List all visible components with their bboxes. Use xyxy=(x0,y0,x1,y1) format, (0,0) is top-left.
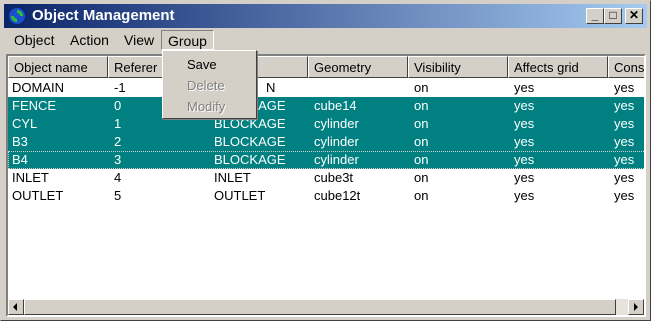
cell-object-name: INLET xyxy=(12,170,49,185)
cell-geometry: cylinder xyxy=(314,116,359,131)
cell-affects-grid: yes xyxy=(514,188,535,203)
cell-referer: 5 xyxy=(114,188,122,203)
column-header-visibility[interactable]: Visibility xyxy=(408,56,508,78)
cell-referer: 2 xyxy=(114,134,122,149)
scrollbar-thumb[interactable] xyxy=(24,299,616,315)
cell-affects-grid: yes xyxy=(514,80,535,95)
column-header-affects-grid[interactable]: Affects grid xyxy=(508,56,608,78)
cell-visibility: on xyxy=(414,152,429,167)
cell-referer: 3 xyxy=(114,152,122,167)
arrow-right-icon xyxy=(634,303,638,311)
column-header-geometry[interactable]: Geometry xyxy=(308,56,408,78)
table-row[interactable]: DOMAIN -1 N on yes yes xyxy=(8,79,644,97)
table-row[interactable]: OUTLET 5 OUTLET cube12t on yes yes xyxy=(8,187,644,205)
menu-item-delete: Delete xyxy=(187,78,225,93)
menu-view[interactable]: View xyxy=(118,30,160,50)
menu-action[interactable]: Action xyxy=(64,30,115,50)
menu-bar: Object Action View Group xyxy=(4,29,647,51)
table-row[interactable]: B3 2 BLOCKAGE cylinder on yes yes xyxy=(8,133,644,151)
cell-referer: 1 xyxy=(114,116,122,131)
cell-geometry: cube14 xyxy=(314,98,357,113)
scroll-left-button[interactable] xyxy=(8,299,24,315)
cell-visibility: on xyxy=(414,116,429,131)
column-header-object-name[interactable]: Object name xyxy=(8,56,108,78)
arrow-left-icon xyxy=(13,303,17,311)
title-bar[interactable]: Object Management _ □ ✕ xyxy=(4,4,647,28)
cell-visibility: on xyxy=(414,188,429,203)
cell-type: INLET xyxy=(214,170,251,185)
maximize-button[interactable]: □ xyxy=(604,8,622,24)
cell-type: BLOCKAGE xyxy=(214,134,286,149)
column-header-const[interactable]: Const xyxy=(608,56,644,78)
cell-visibility: on xyxy=(414,98,429,113)
cell-object-name: B4 xyxy=(12,152,28,167)
cell-visibility: on xyxy=(414,134,429,149)
cell-geometry: cylinder xyxy=(314,152,359,167)
cell-affects-grid: yes xyxy=(514,134,535,149)
cell-referer: 4 xyxy=(114,170,122,185)
cell-geometry xyxy=(310,80,314,96)
cell-object-name: DOMAIN xyxy=(12,80,64,95)
cell-type: BLOCKAGE xyxy=(214,152,286,167)
cell-affects-grid: yes xyxy=(514,98,535,113)
app-icon xyxy=(9,8,25,24)
horizontal-scrollbar[interactable] xyxy=(8,299,644,315)
cell-geometry: cube12t xyxy=(314,188,361,203)
cell-referer: -1 xyxy=(114,80,126,95)
cell-type: N xyxy=(266,80,276,95)
cell-affects-grid: yes xyxy=(514,116,535,131)
object-list[interactable]: Object name Referer Geometry Visibility … xyxy=(6,54,646,317)
cell-const: yes xyxy=(614,170,635,185)
cell-const: yes xyxy=(614,134,635,149)
cell-affects-grid: yes xyxy=(514,170,535,185)
cell-object-name: FENCE xyxy=(12,98,57,113)
menu-item-save[interactable]: Save xyxy=(165,54,254,74)
object-management-window: Object Management _ □ ✕ Object Action Vi… xyxy=(0,0,651,321)
menu-item-modify: Modify xyxy=(187,99,226,114)
minimize-button[interactable]: _ xyxy=(586,8,604,24)
table-row[interactable]: B4 3 BLOCKAGE cylinder on yes yes xyxy=(8,151,644,169)
cell-const: yes xyxy=(614,116,635,131)
cell-const: yes xyxy=(614,98,635,113)
cell-referer: 0 xyxy=(114,98,122,113)
cell-geometry: cylinder xyxy=(314,134,359,149)
cell-const: yes xyxy=(614,188,635,203)
scroll-right-button[interactable] xyxy=(628,299,644,315)
table-row[interactable]: FENCE 0 BLOCKAGE cube14 on yes yes xyxy=(8,97,644,115)
list-header: Object name Referer Geometry Visibility … xyxy=(8,56,644,78)
window-title: Object Management xyxy=(32,7,175,24)
cell-type: OUTLET xyxy=(214,188,266,203)
cell-geometry: cube3t xyxy=(314,170,354,185)
close-button[interactable]: ✕ xyxy=(625,8,643,24)
table-row[interactable]: CYL 1 BLOCKAGE cylinder on yes yes xyxy=(8,115,644,133)
menu-object[interactable]: Object xyxy=(8,30,60,50)
cell-object-name: CYL xyxy=(12,116,38,131)
cell-const: yes xyxy=(614,152,635,167)
cell-visibility: on xyxy=(414,80,429,95)
cell-const: yes xyxy=(614,80,635,95)
menu-group[interactable]: Group xyxy=(161,30,214,50)
group-menu-dropdown: Save Delete Modify xyxy=(162,50,257,119)
cell-object-name: OUTLET xyxy=(12,188,64,203)
cell-object-name: B3 xyxy=(12,134,28,149)
cell-affects-grid: yes xyxy=(514,152,535,167)
table-row[interactable]: INLET 4 INLET cube3t on yes yes xyxy=(8,169,644,187)
cell-visibility: on xyxy=(414,170,429,185)
